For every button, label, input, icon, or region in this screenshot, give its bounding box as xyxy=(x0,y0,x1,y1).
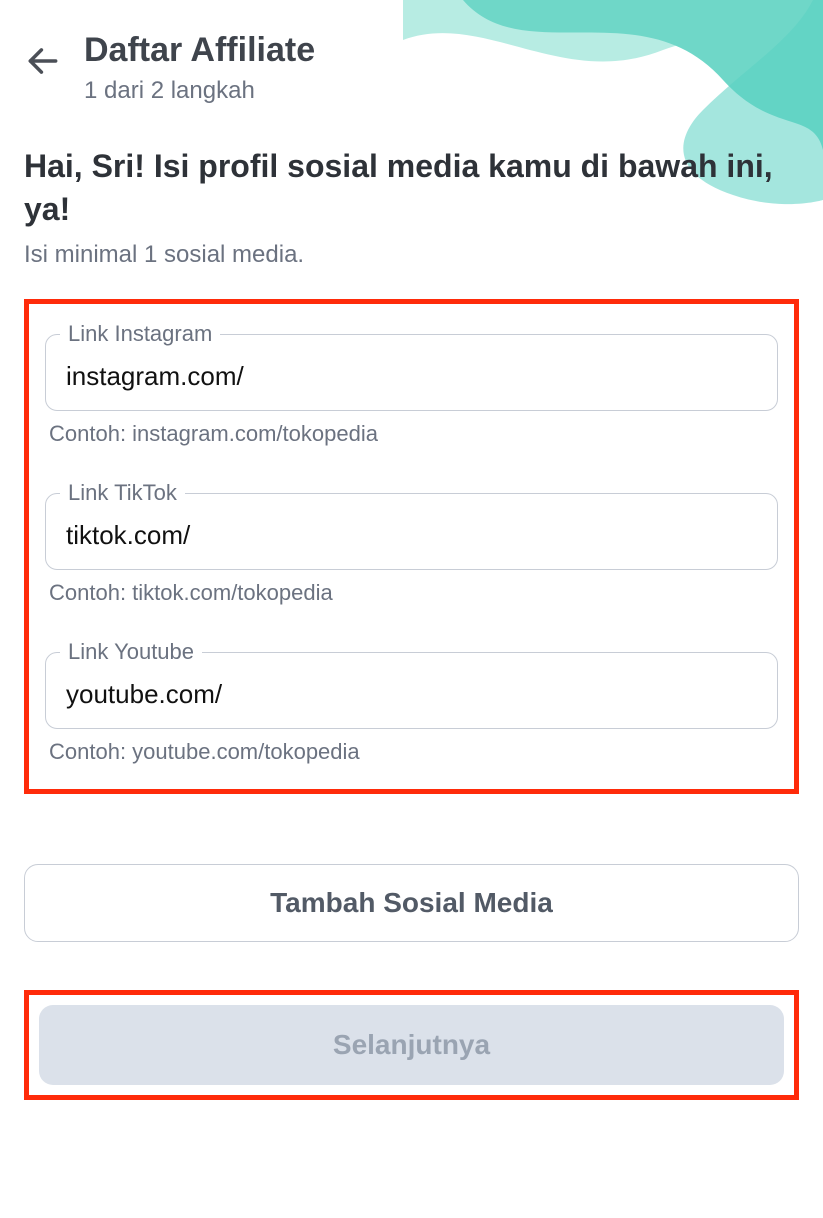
step-indicator: 1 dari 2 langkah xyxy=(84,77,315,105)
page-title: Daftar Affiliate xyxy=(84,30,315,71)
tiktok-input[interactable] xyxy=(66,520,757,551)
youtube-field: Link Youtube xyxy=(45,652,778,729)
instagram-field-wrap: Link Instagram Contoh: instagram.com/tok… xyxy=(45,334,778,447)
page-header: Daftar Affiliate 1 dari 2 langkah xyxy=(24,30,799,105)
instagram-field: Link Instagram xyxy=(45,334,778,411)
youtube-input[interactable] xyxy=(66,679,757,710)
instagram-label: Link Instagram xyxy=(60,321,220,347)
add-social-button[interactable]: Tambah Sosial Media xyxy=(24,864,799,942)
instagram-input[interactable] xyxy=(66,361,757,392)
youtube-label: Link Youtube xyxy=(60,639,202,665)
youtube-hint: Contoh: youtube.com/tokopedia xyxy=(45,739,778,765)
tiktok-label: Link TikTok xyxy=(60,480,185,506)
social-fields-highlight: Link Instagram Contoh: instagram.com/tok… xyxy=(24,299,799,794)
greeting-subtext: Isi minimal 1 sosial media. xyxy=(24,241,799,269)
youtube-field-wrap: Link Youtube Contoh: youtube.com/tokoped… xyxy=(45,652,778,765)
greeting-text: Hai, Sri! Isi profil sosial media kamu d… xyxy=(24,145,799,231)
tiktok-field: Link TikTok xyxy=(45,493,778,570)
next-button-highlight: Selanjutnya xyxy=(24,990,799,1100)
tiktok-hint: Contoh: tiktok.com/tokopedia xyxy=(45,580,778,606)
next-button[interactable]: Selanjutnya xyxy=(39,1005,784,1085)
tiktok-field-wrap: Link TikTok Contoh: tiktok.com/tokopedia xyxy=(45,493,778,606)
instagram-hint: Contoh: instagram.com/tokopedia xyxy=(45,421,778,447)
back-button[interactable] xyxy=(24,42,62,80)
arrow-left-icon xyxy=(24,42,62,80)
